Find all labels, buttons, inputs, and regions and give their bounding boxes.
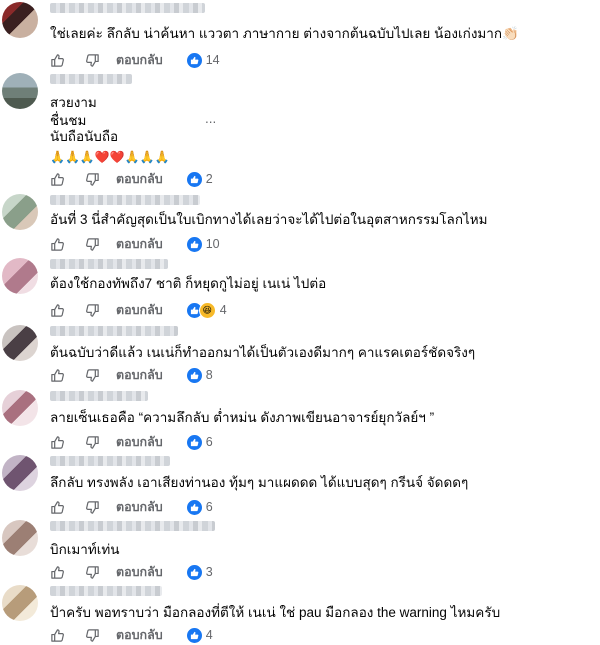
comment-actions: ตอบกลับ 2	[50, 169, 213, 189]
like-reaction-icon	[186, 171, 202, 187]
like-reaction-icon	[186, 236, 202, 252]
avatar[interactable]	[2, 520, 38, 556]
thumbs-down-icon[interactable]	[85, 237, 100, 252]
comment-text-line-4: 🙏🙏🙏❤️❤️🙏🙏🙏	[50, 150, 170, 164]
thumbs-down-icon[interactable]	[85, 435, 100, 450]
thumbs-up-icon[interactable]	[50, 565, 65, 580]
avatar[interactable]	[2, 194, 38, 230]
comment-text-line-3: นับถือนับถือ	[50, 129, 119, 144]
reply-button[interactable]: ตอบกลับ	[116, 497, 163, 517]
avatar[interactable]	[2, 325, 38, 361]
reaction-count: 2	[205, 172, 213, 186]
thumbs-down-icon[interactable]	[85, 172, 100, 187]
reply-button[interactable]: ตอบกลับ	[116, 300, 163, 320]
commenter-name-redacted[interactable]	[50, 3, 205, 13]
commenter-name-redacted[interactable]	[50, 326, 178, 336]
reaction-count: 3	[205, 565, 213, 579]
like-reaction-icon	[186, 434, 202, 450]
like-reaction-icon	[186, 52, 202, 68]
comment-actions: ตอบกลับ 3	[50, 562, 213, 582]
reaction-summary[interactable]: 6	[186, 499, 213, 515]
avatar[interactable]	[2, 585, 38, 621]
comment-actions: ตอบกลับ 14	[50, 50, 220, 70]
comment-text: บิกเมาท์เท่น	[50, 542, 120, 557]
reply-button[interactable]: ตอบกลับ	[116, 625, 163, 645]
thumbs-down-icon[interactable]	[85, 303, 100, 318]
comment-actions: ตอบกลับ 😆 4	[50, 300, 227, 320]
reaction-count: 8	[205, 368, 213, 382]
thumbs-down-icon[interactable]	[85, 368, 100, 383]
reaction-summary[interactable]: 3	[186, 564, 213, 580]
commenter-name-redacted[interactable]	[50, 74, 132, 84]
comment-actions: ตอบกลับ 6	[50, 432, 213, 452]
like-reaction-icon	[186, 499, 202, 515]
comment-text: ต้นฉบับว่าดีแล้ว เนเน่ก็ทำออกมาได้เป็นตั…	[50, 345, 476, 360]
comment-actions: ตอบกลับ 10	[50, 234, 220, 254]
reaction-count: 4	[205, 628, 213, 642]
commenter-name-redacted[interactable]	[50, 586, 162, 596]
comment-text: ต้องใช้กองทัพถึง7 ชาติ ก็หยุดกูไม่อยู่ เ…	[50, 276, 327, 291]
haha-reaction-icon: 😆	[198, 301, 216, 319]
thumbs-up-icon[interactable]	[50, 237, 65, 252]
thumbs-up-icon[interactable]	[50, 53, 65, 68]
reaction-summary[interactable]: 8	[186, 367, 213, 383]
avatar[interactable]	[2, 73, 38, 109]
thumbs-up-icon[interactable]	[50, 172, 65, 187]
thumbs-up-icon[interactable]	[50, 500, 65, 515]
avatar[interactable]	[2, 258, 38, 294]
thumbs-down-icon[interactable]	[85, 500, 100, 515]
comment-text: ป้าครับ พอทราบว่า มือกลองที่ตีให้ เนเน่ …	[50, 605, 501, 620]
reaction-count: 6	[205, 500, 213, 514]
comment-text-line-1: สวยงาม	[50, 95, 97, 110]
reply-button[interactable]: ตอบกลับ	[116, 365, 163, 385]
comment-actions: ตอบกลับ 8	[50, 365, 213, 385]
comment-text: ใช่เลยค่ะ ลึกลับ น่าค้นหา แววตา ภาษากาย …	[50, 26, 519, 41]
like-reaction-icon	[186, 627, 202, 643]
reaction-summary[interactable]: 14	[186, 52, 220, 68]
thumbs-up-icon[interactable]	[50, 368, 65, 383]
avatar[interactable]	[2, 390, 38, 426]
avatar[interactable]	[2, 2, 38, 38]
reaction-summary[interactable]: 10	[186, 236, 220, 252]
thumbs-down-icon[interactable]	[85, 628, 100, 643]
comment-actions: ตอบกลับ 6	[50, 497, 213, 517]
thumbs-up-icon[interactable]	[50, 303, 65, 318]
thumbs-down-icon[interactable]	[85, 53, 100, 68]
reaction-summary[interactable]: 2	[186, 171, 213, 187]
reply-button[interactable]: ตอบกลับ	[116, 169, 163, 189]
comment-ellipsis: ...	[205, 111, 217, 126]
commenter-name-redacted[interactable]	[50, 391, 148, 401]
thumbs-down-icon[interactable]	[85, 565, 100, 580]
commenter-name-redacted[interactable]	[50, 456, 170, 466]
commenter-name-redacted[interactable]	[50, 195, 200, 205]
reaction-summary[interactable]: 4	[186, 627, 213, 643]
like-reaction-icon	[186, 367, 202, 383]
comment-text: ลายเซ็นเธอคือ “ความลึกลับ ต่ำหม่น ดังภาพ…	[50, 410, 435, 425]
like-reaction-icon	[186, 564, 202, 580]
reply-button[interactable]: ตอบกลับ	[116, 50, 163, 70]
commenter-name-redacted[interactable]	[50, 259, 168, 269]
reply-button[interactable]: ตอบกลับ	[116, 562, 163, 582]
reaction-count: 10	[205, 237, 220, 251]
reaction-summary[interactable]: 😆 4	[186, 301, 227, 319]
reply-button[interactable]: ตอบกลับ	[116, 432, 163, 452]
thumbs-up-icon[interactable]	[50, 628, 65, 643]
avatar[interactable]	[2, 455, 38, 491]
reaction-count: 4	[219, 303, 227, 317]
commenter-name-redacted[interactable]	[50, 521, 215, 531]
comment-text: อันที่ 3 นี่สำคัญสุดเป็นใบเบิกทางได้เลยว…	[50, 212, 488, 227]
reaction-count: 6	[205, 435, 213, 449]
reply-button[interactable]: ตอบกลับ	[116, 234, 163, 254]
reaction-summary[interactable]: 6	[186, 434, 213, 450]
comment-text: ลึกลับ ทรงพลัง เอาเสียงท่านอง ทุ้มๆ มาแผ…	[50, 475, 469, 490]
comment-actions: ตอบกลับ 4	[50, 625, 213, 645]
reaction-count: 14	[205, 53, 220, 67]
thumbs-up-icon[interactable]	[50, 435, 65, 450]
